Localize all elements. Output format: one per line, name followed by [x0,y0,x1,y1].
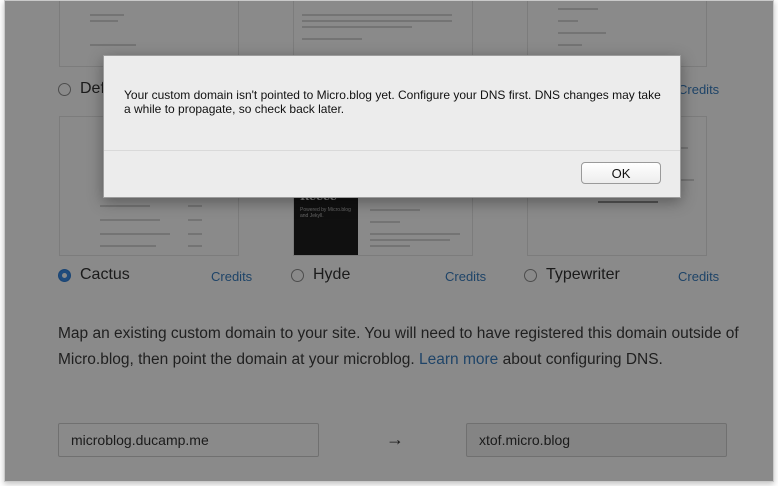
ok-button[interactable]: OK [581,162,661,184]
alert-dialog: Your custom domain isn't pointed to Micr… [103,55,681,198]
alert-message: Your custom domain isn't pointed to Micr… [124,88,661,116]
dialog-divider [104,150,680,151]
